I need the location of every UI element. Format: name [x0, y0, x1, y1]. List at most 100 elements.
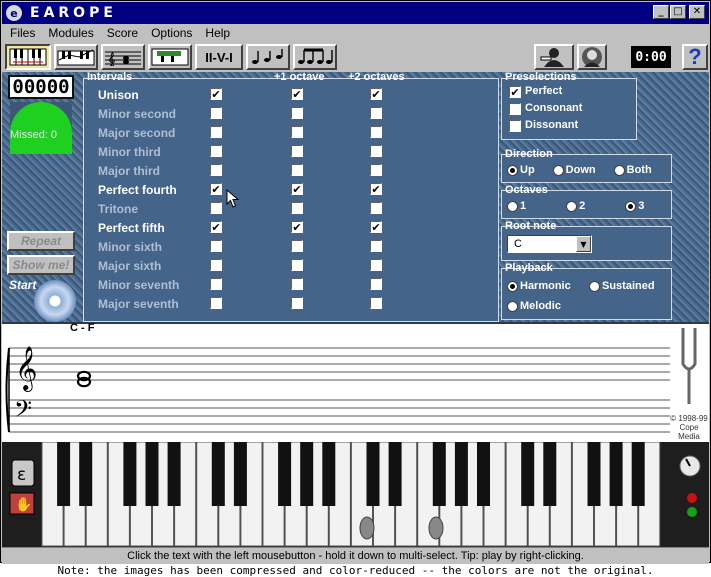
interval-checkbox-c2[interactable]	[370, 259, 382, 271]
interval-label[interactable]: Minor sixth	[98, 237, 162, 256]
black-key[interactable]	[300, 442, 314, 506]
preselection-label[interactable]: Perfect	[525, 85, 562, 97]
black-key[interactable]	[388, 442, 402, 506]
radio-dot-icon[interactable]	[625, 200, 637, 212]
interval-checkbox-c1[interactable]	[291, 164, 303, 176]
teacher-button[interactable]	[534, 44, 574, 70]
menu-options[interactable]: Options	[143, 26, 197, 40]
direction-radio[interactable]: Both	[613, 164, 652, 176]
interval-label[interactable]: Perfect fourth	[98, 180, 177, 199]
interval-checkbox-c2[interactable]	[370, 164, 382, 176]
interval-label[interactable]: Major seventh	[98, 294, 179, 313]
interval-label[interactable]: Tritone	[98, 199, 138, 218]
melody-module-button[interactable]	[246, 44, 290, 70]
interval-label[interactable]: Minor seventh	[98, 275, 179, 294]
interval-checkbox-c1[interactable]	[291, 278, 303, 290]
composer-button[interactable]	[577, 44, 607, 70]
black-key[interactable]	[278, 442, 292, 506]
menu-files[interactable]: Files	[2, 26, 40, 40]
black-key[interactable]	[543, 442, 557, 506]
show-me-button[interactable]: Show me!	[7, 255, 75, 275]
interval-label[interactable]: Minor third	[98, 142, 161, 161]
radio-dot-icon[interactable]	[566, 200, 578, 212]
interval-checkbox-c2[interactable]	[370, 126, 382, 138]
interval-label[interactable]: Major third	[98, 161, 160, 180]
interval-label[interactable]: Unison	[98, 85, 139, 104]
interval-checkbox-c1[interactable]	[291, 107, 303, 119]
black-key[interactable]	[123, 442, 137, 506]
black-key[interactable]	[454, 442, 468, 506]
interval-checkbox-c1[interactable]	[291, 259, 303, 271]
radio-dot-icon[interactable]	[613, 164, 625, 176]
interval-checkbox-c1[interactable]: ✔	[291, 183, 303, 195]
rhythm-module-button[interactable]	[293, 44, 337, 70]
interval-checkbox-c2[interactable]: ✔	[370, 183, 382, 195]
black-key[interactable]	[233, 442, 247, 506]
dropdown-arrow-icon[interactable]: ▼	[576, 236, 591, 252]
chord-notes-module-button[interactable]: 𝄞	[101, 44, 145, 70]
app-icon[interactable]: e	[6, 5, 22, 21]
interval-checkbox-c1[interactable]	[291, 145, 303, 157]
preselection-label[interactable]: Dissonant	[525, 119, 578, 131]
close-button[interactable]: ✕	[689, 5, 705, 19]
interval-checkbox-c2[interactable]	[370, 202, 382, 214]
octaves-radio[interactable]: 2	[566, 200, 585, 212]
playback-radio[interactable]: Sustained	[589, 280, 655, 292]
radio-dot-icon[interactable]	[507, 280, 518, 292]
interval-checkbox-c0[interactable]	[210, 164, 222, 176]
playback-radio[interactable]: Harmonic	[507, 280, 571, 292]
interval-checkbox-c0[interactable]	[210, 107, 222, 119]
interval-checkbox-c0[interactable]: ✔	[210, 221, 222, 233]
black-key[interactable]	[167, 442, 181, 506]
maximize-button[interactable]: □	[670, 5, 686, 19]
interval-label[interactable]: Major sixth	[98, 256, 161, 275]
black-key[interactable]	[366, 442, 380, 506]
black-key[interactable]	[322, 442, 336, 506]
interval-checkbox-c1[interactable]	[291, 126, 303, 138]
scale-module-button[interactable]	[54, 44, 98, 70]
black-key[interactable]	[631, 442, 645, 506]
preselection-checkbox[interactable]	[509, 120, 521, 132]
black-key[interactable]	[211, 442, 225, 506]
preselection-checkbox[interactable]	[509, 103, 521, 115]
radio-dot-icon[interactable]	[507, 300, 518, 312]
interval-checkbox-c0[interactable]	[210, 297, 222, 309]
minimize-button[interactable]: _	[653, 5, 669, 19]
radio-dot-icon[interactable]	[552, 164, 564, 176]
repeat-button[interactable]: Repeat	[7, 231, 75, 251]
octaves-radio[interactable]: 3	[625, 200, 644, 212]
direction-radio[interactable]: Up	[507, 164, 535, 176]
interval-checkbox-c2[interactable]: ✔	[370, 88, 382, 100]
black-key[interactable]	[477, 442, 490, 506]
black-key[interactable]	[609, 442, 623, 506]
interval-checkbox-c0[interactable]	[210, 145, 222, 157]
interval-checkbox-c2[interactable]	[370, 145, 382, 157]
interval-checkbox-c1[interactable]: ✔	[291, 221, 303, 233]
interval-checkbox-c0[interactable]	[210, 259, 222, 271]
interval-checkbox-c2[interactable]	[370, 278, 382, 290]
black-key[interactable]	[587, 442, 601, 506]
interval-label[interactable]: Perfect fifth	[98, 218, 165, 237]
interval-checkbox-c0[interactable]	[210, 126, 222, 138]
menu-help[interactable]: Help	[197, 26, 235, 40]
interval-checkbox-c2[interactable]: ✔	[370, 221, 382, 233]
radio-dot-icon[interactable]	[507, 200, 518, 212]
black-key[interactable]	[521, 442, 535, 506]
black-key[interactable]	[145, 442, 159, 506]
preselection-checkbox[interactable]: ✔	[509, 86, 521, 98]
black-key[interactable]	[57, 442, 71, 506]
interval-checkbox-c2[interactable]	[370, 107, 382, 119]
interval-checkbox-c0[interactable]	[210, 202, 222, 214]
interval-label[interactable]: Minor second	[98, 104, 176, 123]
radio-dot-icon[interactable]	[507, 164, 518, 176]
radio-dot-icon[interactable]	[589, 280, 600, 292]
interval-checkbox-c2[interactable]	[370, 297, 382, 309]
preselection-label[interactable]: Consonant	[525, 102, 582, 114]
black-key[interactable]	[432, 442, 446, 506]
root-note-select[interactable]: C ▼	[507, 235, 592, 253]
interval-checkbox-c1[interactable]: ✔	[291, 88, 303, 100]
octaves-radio[interactable]: 1	[507, 200, 526, 212]
help-button[interactable]: ?	[682, 44, 708, 70]
playback-radio[interactable]: Melodic	[507, 300, 561, 312]
interval-checkbox-c0[interactable]	[210, 278, 222, 290]
